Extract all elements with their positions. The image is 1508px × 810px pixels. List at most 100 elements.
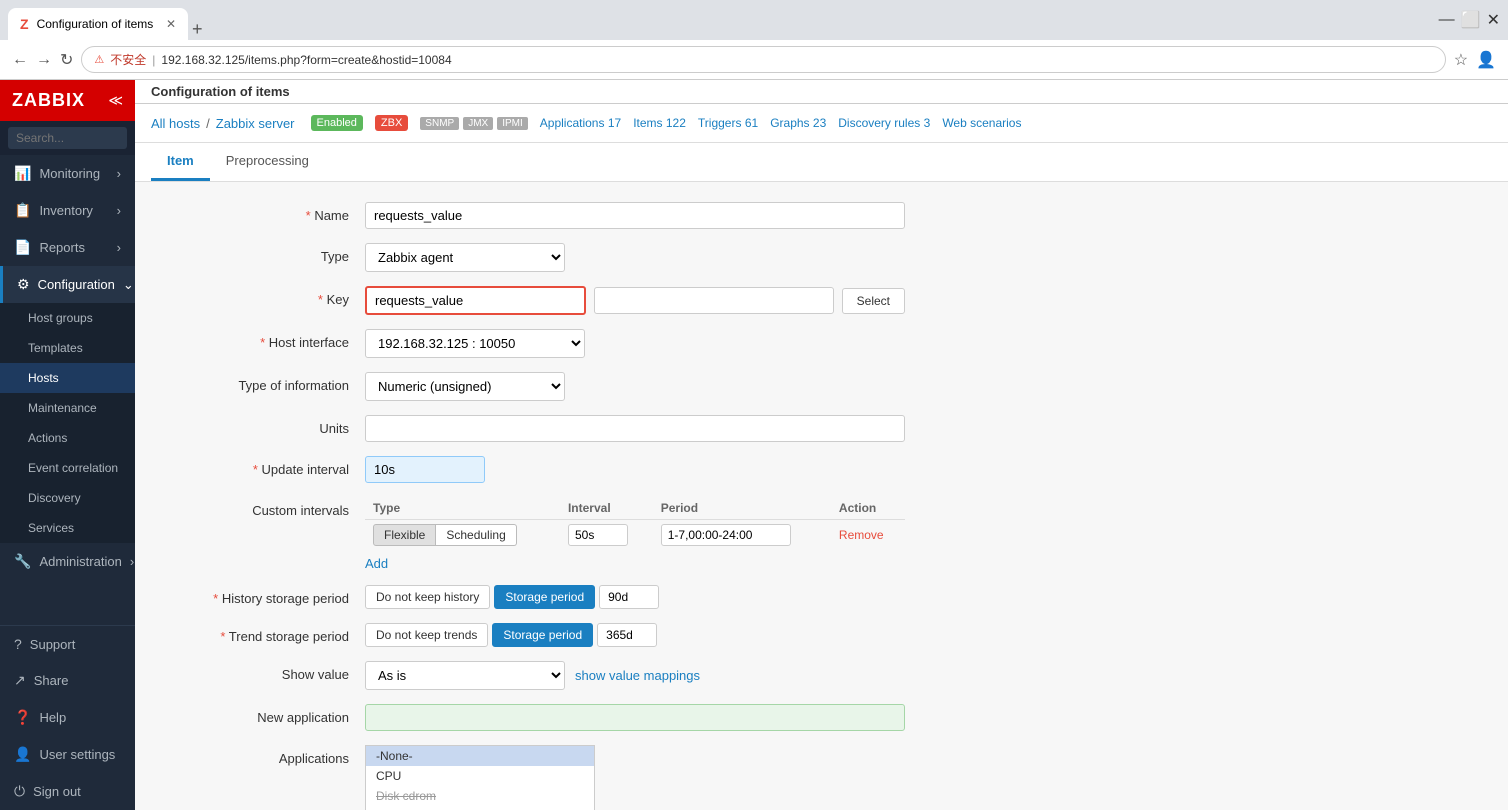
- sidebar-item-actions[interactable]: Actions: [0, 423, 135, 453]
- sidebar-item-reports[interactable]: 📄 Reports ›: [0, 229, 135, 266]
- history-storage-button[interactable]: Storage period: [494, 585, 595, 609]
- tab-triggers[interactable]: Triggers 61: [698, 112, 758, 134]
- trend-value-input[interactable]: [597, 623, 657, 647]
- key-input[interactable]: [365, 286, 586, 315]
- units-input[interactable]: [365, 415, 905, 442]
- tab-applications[interactable]: Applications 17: [540, 112, 621, 134]
- update-interval-input[interactable]: [365, 456, 485, 483]
- new-application-control: [365, 704, 905, 731]
- host-interface-select[interactable]: 192.168.32.125 : 10050: [365, 329, 585, 358]
- history-no-keep-button[interactable]: Do not keep history: [365, 585, 490, 609]
- sidebar-item-event-correlation[interactable]: Event correlation: [0, 453, 135, 483]
- history-control: Do not keep history Storage period: [365, 585, 905, 609]
- configuration-icon: ⚙: [17, 276, 30, 293]
- flexible-button[interactable]: Flexible: [373, 524, 436, 546]
- period-input[interactable]: [661, 524, 791, 546]
- show-value-row: Show value As is show value mappings: [165, 661, 1478, 690]
- tab-close-button[interactable]: ✕: [166, 17, 176, 31]
- trend-row: * Trend storage period Do not keep trend…: [165, 623, 1478, 647]
- app-option-disk-cdrom[interactable]: Disk cdrom: [366, 786, 594, 806]
- sidebar-inventory-label: Inventory: [39, 203, 92, 218]
- host-tab-enabled: Enabled: [311, 115, 363, 131]
- sidebar-collapse-button[interactable]: ≪: [108, 92, 123, 109]
- breadcrumb-separator: /: [206, 116, 210, 131]
- new-application-row: New application: [165, 704, 1478, 731]
- tab-graphs[interactable]: Graphs 23: [770, 112, 826, 134]
- sidebar-item-host-groups[interactable]: Host groups: [0, 303, 135, 333]
- minimize-button[interactable]: —: [1439, 11, 1455, 29]
- help-icon: ❓: [14, 709, 31, 726]
- back-button[interactable]: ←: [12, 51, 28, 69]
- new-application-label: New application: [165, 704, 365, 725]
- help-label: Help: [39, 710, 66, 725]
- profile-button[interactable]: 👤: [1476, 50, 1496, 70]
- trend-storage-button[interactable]: Storage period: [492, 623, 593, 647]
- tab-preprocessing[interactable]: Preprocessing: [210, 143, 325, 181]
- sidebar-item-share[interactable]: ↗ Share: [0, 662, 135, 699]
- monitoring-icon: 📊: [14, 165, 31, 182]
- forward-button[interactable]: →: [36, 51, 52, 69]
- sidebar-bottom: ? Support ↗ Share ❓ Help 👤 User settings…: [0, 625, 135, 810]
- col-interval: Interval: [560, 497, 653, 520]
- interval-input[interactable]: [568, 524, 628, 546]
- breadcrumb-all-hosts[interactable]: All hosts: [151, 116, 200, 131]
- sidebar-item-monitoring[interactable]: 📊 Monitoring ›: [0, 155, 135, 192]
- history-value-input[interactable]: [599, 585, 659, 609]
- breadcrumb: All hosts / Zabbix server: [151, 116, 295, 131]
- name-required-star: *: [306, 208, 315, 223]
- sidebar-item-inventory[interactable]: 📋 Inventory ›: [0, 192, 135, 229]
- applications-listbox[interactable]: -None- CPU Disk cdrom Disk sda Filesyste…: [365, 745, 595, 810]
- breadcrumb-host-name[interactable]: Zabbix server: [216, 116, 295, 131]
- sidebar-item-maintenance[interactable]: Maintenance: [0, 393, 135, 423]
- url-text: 192.168.32.125/items.php?form=create&hos…: [161, 53, 1432, 67]
- scheduling-button[interactable]: Scheduling: [436, 524, 516, 546]
- select-button[interactable]: Select: [842, 288, 905, 314]
- sidebar-item-support[interactable]: ? Support: [0, 626, 135, 662]
- add-interval-link[interactable]: Add: [365, 556, 905, 571]
- browser-tabs: Z Configuration of items ✕ +: [8, 0, 203, 40]
- value-mappings-link[interactable]: show value mappings: [575, 668, 700, 683]
- sidebar-item-hosts[interactable]: Hosts: [0, 363, 135, 393]
- app-option-disk-sda[interactable]: Disk sda: [366, 806, 594, 810]
- remove-link[interactable]: Remove: [839, 528, 884, 542]
- name-input[interactable]: [365, 202, 905, 229]
- show-value-select[interactable]: As is: [365, 661, 565, 690]
- host-interface-row: * Host interface 192.168.32.125 : 10050: [165, 329, 1478, 358]
- new-tab-button[interactable]: +: [192, 19, 203, 40]
- key-label: * Key: [165, 286, 365, 307]
- close-button[interactable]: ✕: [1487, 10, 1500, 30]
- sidebar-item-configuration[interactable]: ⚙ Configuration ⌄: [0, 266, 135, 303]
- active-tab[interactable]: Z Configuration of items ✕: [8, 8, 188, 40]
- tab-web-scenarios[interactable]: Web scenarios: [942, 112, 1021, 134]
- chevron-icon: ›: [117, 240, 121, 255]
- custom-intervals-control: Type Interval Period Action FlexibleSche…: [365, 497, 905, 571]
- app-option-cpu[interactable]: CPU: [366, 766, 594, 786]
- tab-discovery-rules[interactable]: Discovery rules 3: [838, 112, 930, 134]
- tab-items[interactable]: Items 122: [633, 112, 686, 134]
- applications-count: 17: [608, 116, 621, 130]
- new-application-input[interactable]: [365, 704, 905, 731]
- sidebar-item-templates[interactable]: Templates: [0, 333, 135, 363]
- sidebar-item-user-settings[interactable]: 👤 User settings: [0, 736, 135, 773]
- host-tabs: Enabled ZBX SNMP JMX IPMI Applications 1…: [311, 112, 1022, 134]
- sidebar-item-sign-out[interactable]: ⏻ Sign out: [0, 773, 135, 810]
- sidebar-item-discovery[interactable]: Discovery: [0, 483, 135, 513]
- maximize-button[interactable]: ⬜: [1461, 10, 1481, 30]
- trend-no-keep-button[interactable]: Do not keep trends: [365, 623, 488, 647]
- key-extra-input[interactable]: [594, 287, 834, 314]
- applications-row: Applications -None- CPU Disk cdrom Disk …: [165, 745, 1478, 810]
- type-select[interactable]: Zabbix agent: [365, 243, 565, 272]
- bookmark-button[interactable]: ☆: [1454, 50, 1468, 70]
- sidebar-item-services[interactable]: Services: [0, 513, 135, 543]
- user-settings-label: User settings: [39, 747, 115, 762]
- sidebar-search-input[interactable]: [8, 127, 127, 149]
- url-bar[interactable]: ⚠ 不安全 | 192.168.32.125/items.php?form=cr…: [81, 46, 1445, 73]
- browser-window-controls: — ⬜ ✕: [1439, 10, 1500, 30]
- refresh-button[interactable]: ↻: [60, 50, 73, 70]
- type-info-select[interactable]: Numeric (unsigned): [365, 372, 565, 401]
- support-icon: ?: [14, 636, 22, 652]
- app-option-none[interactable]: -None-: [366, 746, 594, 766]
- tab-item[interactable]: Item: [151, 143, 210, 181]
- sidebar-item-help[interactable]: ❓ Help: [0, 699, 135, 736]
- sidebar-item-administration[interactable]: 🔧 Administration ›: [0, 543, 135, 580]
